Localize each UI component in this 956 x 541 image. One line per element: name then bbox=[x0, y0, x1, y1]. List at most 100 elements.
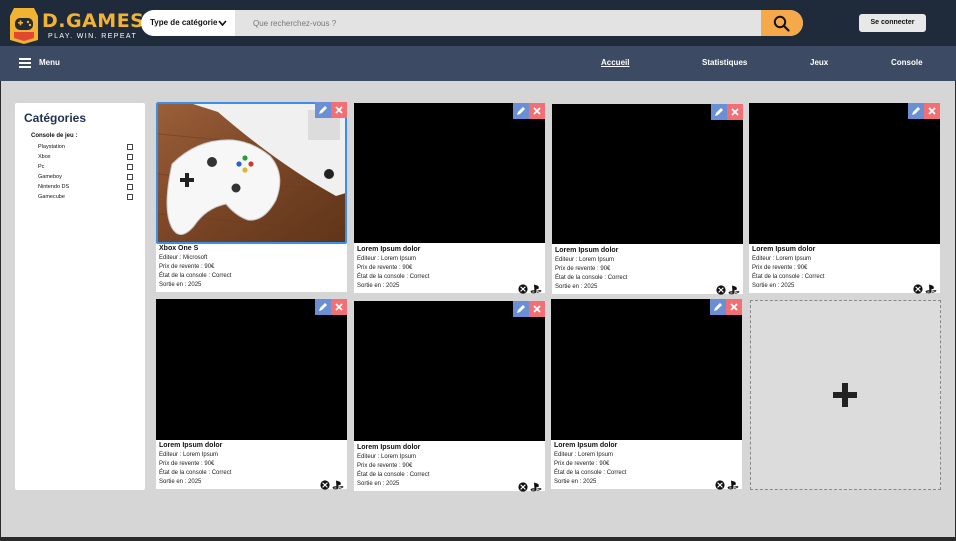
category-dropdown-label: Type de catégorie bbox=[150, 18, 218, 27]
card-editor: Editeur : Lorem Ipsum bbox=[159, 452, 219, 458]
sidebar-item-playstation[interactable]: Playstation bbox=[38, 144, 133, 150]
edit-button[interactable] bbox=[513, 103, 529, 119]
edit-button[interactable] bbox=[315, 299, 331, 315]
edit-button[interactable] bbox=[711, 104, 727, 120]
sidebar-item-gamecube[interactable]: Gamecube bbox=[38, 194, 133, 200]
category-dropdown[interactable]: Type de catégorie bbox=[141, 10, 235, 36]
delete-button[interactable] bbox=[727, 104, 743, 120]
card-title: Lorem Ipsum dolor bbox=[555, 247, 619, 254]
card-title: Lorem Ipsum dolor bbox=[357, 444, 421, 451]
card-state: État de la console : Correct bbox=[752, 274, 825, 280]
card-title: Lorem Ipsum dolor bbox=[752, 246, 816, 253]
card-editor: Editeur : Microsoft bbox=[159, 255, 208, 261]
card-release: Sortie en : 2025 bbox=[159, 479, 202, 485]
sidebar-item-xbox[interactable]: Xbox bbox=[38, 154, 133, 160]
card-editor: Editeur : Lorem Ipsum bbox=[357, 256, 417, 262]
card-release: Sortie en : 2025 bbox=[554, 479, 597, 485]
delete-button[interactable] bbox=[924, 103, 940, 119]
product-card[interactable]: Lorem Ipsum dolor Editeur : Lorem Ipsum Pr… bbox=[749, 103, 940, 294]
pencil-icon bbox=[319, 303, 327, 311]
close-icon bbox=[335, 106, 343, 114]
sidebar-item-gameboy[interactable]: Gameboy bbox=[38, 174, 133, 180]
delete-button[interactable] bbox=[726, 299, 742, 315]
delete-button[interactable] bbox=[529, 301, 545, 317]
product-card[interactable]: Xbox One S Editeur : Microsoft Prix de rev… bbox=[156, 102, 347, 292]
playstation-icon bbox=[530, 281, 542, 299]
card-state: État de la console : Correct bbox=[554, 470, 627, 476]
sidebar-item-nintendo-ds[interactable]: Nintendo DS bbox=[38, 184, 133, 190]
platform-icons bbox=[518, 281, 542, 294]
nav-link-console[interactable]: Console bbox=[891, 58, 923, 67]
product-image-placeholder bbox=[552, 104, 743, 244]
add-item-button[interactable] bbox=[750, 300, 941, 490]
close-icon bbox=[730, 303, 738, 311]
checkbox[interactable] bbox=[127, 144, 133, 150]
card-release: Sortie en : 2025 bbox=[357, 283, 400, 289]
card-state: État de la console : Correct bbox=[159, 273, 232, 279]
playstation-icon bbox=[728, 282, 740, 300]
delete-button[interactable] bbox=[529, 103, 545, 119]
product-image bbox=[156, 102, 347, 244]
plus-icon bbox=[833, 383, 857, 407]
card-price: Prix de revente : 90€ bbox=[555, 266, 611, 272]
edit-button[interactable] bbox=[710, 299, 726, 315]
card-editor: Editeur : Lorem Ipsum bbox=[357, 454, 417, 460]
checkbox[interactable] bbox=[127, 164, 133, 170]
product-card[interactable]: Lorem Ipsum dolor Editeur : Lorem Ipsum Pr… bbox=[551, 299, 742, 490]
nav-link-statistiques[interactable]: Statistiques bbox=[702, 58, 747, 67]
logo-subtitle: PLAY. WIN. REPEAT bbox=[48, 33, 138, 40]
xbox-icon bbox=[518, 281, 528, 299]
pencil-icon bbox=[714, 303, 722, 311]
card-title: Lorem Ipsum dolor bbox=[159, 442, 223, 449]
card-release: Sortie en : 2025 bbox=[752, 283, 795, 289]
delete-button[interactable] bbox=[331, 102, 347, 118]
card-price: Prix de revente : 90€ bbox=[554, 461, 610, 467]
sidebar-item-pc[interactable]: Pc bbox=[38, 164, 133, 170]
sidebar-group-label: Console de jeu : bbox=[31, 133, 78, 139]
product-card[interactable]: Lorem Ipsum dolor Editeur : Lorem Ipsum Pr… bbox=[552, 104, 743, 295]
xbox-icon bbox=[913, 281, 923, 299]
checkbox[interactable] bbox=[127, 194, 133, 200]
checkbox[interactable] bbox=[127, 154, 133, 160]
close-icon bbox=[928, 107, 936, 115]
card-state: État de la console : Correct bbox=[159, 470, 232, 476]
product-image-placeholder bbox=[551, 299, 742, 440]
nav-link-jeux[interactable]: Jeux bbox=[810, 58, 828, 67]
card-price: Prix de revente : 90€ bbox=[357, 265, 413, 271]
card-release: Sortie en : 2025 bbox=[159, 282, 202, 288]
card-price: Prix de revente : 90€ bbox=[752, 265, 808, 271]
product-image-placeholder bbox=[156, 299, 347, 440]
pencil-icon bbox=[912, 107, 920, 115]
product-card[interactable]: Lorem Ipsum dolor Editeur : Lorem Ipsum Pr… bbox=[156, 299, 347, 490]
card-state: État de la console : Correct bbox=[357, 274, 430, 280]
playstation-icon bbox=[925, 281, 937, 299]
card-price: Prix de revente : 90€ bbox=[159, 264, 215, 270]
product-card[interactable]: Lorem Ipsum dolor Editeur : Lorem Ipsum Pr… bbox=[354, 103, 545, 294]
product-image-placeholder bbox=[354, 103, 545, 243]
close-icon bbox=[533, 305, 541, 313]
nav-link-accueil[interactable]: Accueil bbox=[601, 58, 629, 67]
playstation-icon bbox=[727, 477, 739, 495]
card-price: Prix de revente : 90€ bbox=[159, 461, 215, 467]
card-title: Lorem Ipsum dolor bbox=[554, 442, 618, 449]
product-card[interactable]: Lorem Ipsum dolor Editeur : Lorem Ipsum Pr… bbox=[354, 301, 545, 492]
edit-button[interactable] bbox=[908, 103, 924, 119]
checkbox[interactable] bbox=[127, 174, 133, 180]
card-title: Xbox One S bbox=[159, 245, 199, 252]
card-price: Prix de revente : 90€ bbox=[357, 463, 413, 469]
edit-button[interactable] bbox=[315, 102, 331, 118]
xbox-icon bbox=[715, 477, 725, 495]
card-release: Sortie en : 2025 bbox=[555, 284, 598, 290]
card-editor: Editeur : Lorem Ipsum bbox=[752, 256, 812, 262]
card-title: Lorem Ipsum dolor bbox=[357, 246, 421, 253]
xbox-icon bbox=[320, 477, 330, 495]
delete-button[interactable] bbox=[331, 299, 347, 315]
login-button[interactable]: Se connecter bbox=[859, 14, 926, 32]
search-button[interactable] bbox=[761, 10, 803, 36]
search-input[interactable] bbox=[235, 10, 761, 36]
checkbox[interactable] bbox=[127, 184, 133, 190]
pencil-icon bbox=[715, 108, 723, 116]
card-state: État de la console : Correct bbox=[555, 275, 628, 281]
logo[interactable]: D.GAMES PLAY. WIN. REPEAT bbox=[8, 6, 144, 44]
edit-button[interactable] bbox=[513, 301, 529, 317]
